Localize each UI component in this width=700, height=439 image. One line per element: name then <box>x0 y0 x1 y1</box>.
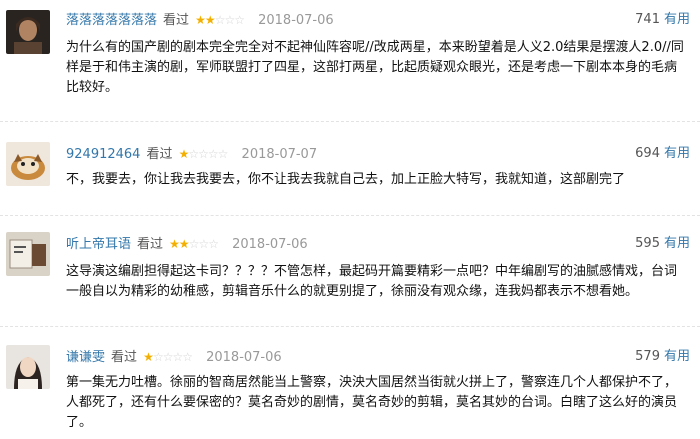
review-item: 924912464 看过 ★☆☆☆☆ 2018-07-07 694 有用 不，我要去… <box>0 142 700 202</box>
watch-status: 看过 <box>163 13 190 28</box>
avatar[interactable] <box>6 232 50 276</box>
star-empty-icon: ☆☆☆ <box>214 13 245 27</box>
rating-stars: ★★☆☆☆ <box>195 13 245 27</box>
review-divider <box>0 326 700 327</box>
review-item: 落落落落落落落 看过 ★★☆☆☆ 2018-07-06 741 有用 为什么有的国产… <box>0 8 700 113</box>
star-filled-icon: ★★ <box>195 13 215 27</box>
star-empty-icon: ☆☆☆☆ <box>152 350 193 364</box>
useful-button[interactable]: 有用 <box>664 236 690 251</box>
avatar[interactable] <box>6 142 50 186</box>
username-link[interactable]: 听上帝耳语 <box>66 237 131 252</box>
review-content: 为什么有的国产剧的剧本完全完全对不起神仙阵容呢//改成两星，本来盼望着是人义2.… <box>66 40 684 95</box>
review-divider <box>0 121 700 122</box>
review-date: 2018-07-06 <box>232 237 308 252</box>
review-meta: 听上帝耳语 看过 ★★☆☆☆ 2018-07-06 <box>66 235 308 253</box>
review-item: 听上帝耳语 看过 ★★☆☆☆ 2018-07-06 595 有用 这导演这编剧担得起… <box>0 232 700 312</box>
star-filled-icon: ★ <box>143 350 154 364</box>
avatar[interactable] <box>6 345 50 389</box>
rating-stars: ★☆☆☆☆ <box>143 350 193 364</box>
vote-count: 694 <box>635 146 660 161</box>
review-content: 第一集无力吐槽。徐丽的智商居然能当上警察，泱泱大国居然当街就火拼上了，警察连几个… <box>66 375 678 430</box>
useful-button[interactable]: 有用 <box>664 349 690 364</box>
review-item: 谦谦雯 看过 ★☆☆☆☆ 2018-07-06 579 有用 第一集无力吐槽。徐丽的… <box>0 345 700 437</box>
review-meta: 落落落落落落落 看过 ★★☆☆☆ 2018-07-06 <box>66 11 334 29</box>
useful-button[interactable]: 有用 <box>664 146 690 161</box>
review-meta: 谦谦雯 看过 ★☆☆☆☆ 2018-07-06 <box>66 348 282 366</box>
rating-stars: ★☆☆☆☆ <box>178 147 229 161</box>
star-empty-icon: ☆☆☆ <box>188 237 219 251</box>
vote-area: 579 有用 <box>635 348 690 366</box>
star-filled-icon: ★ <box>178 147 190 161</box>
username-link[interactable]: 落落落落落落落 <box>66 13 157 28</box>
review-date: 2018-07-07 <box>241 147 318 162</box>
vote-count: 595 <box>635 236 660 251</box>
watch-status: 看过 <box>137 237 164 252</box>
rating-stars: ★★☆☆☆ <box>169 237 219 251</box>
vote-count: 579 <box>635 349 660 364</box>
vote-count: 741 <box>635 12 660 27</box>
star-empty-icon: ☆☆☆☆ <box>188 147 228 161</box>
vote-area: 741 有用 <box>635 11 690 29</box>
review-date: 2018-07-06 <box>206 350 282 365</box>
useful-button[interactable]: 有用 <box>664 12 690 27</box>
avatar[interactable] <box>6 10 50 54</box>
review-date: 2018-07-06 <box>258 13 334 28</box>
username-link[interactable]: 924912464 <box>66 147 140 162</box>
username-link[interactable]: 谦谦雯 <box>66 350 105 365</box>
vote-area: 694 有用 <box>635 145 690 163</box>
watch-status: 看过 <box>111 350 138 365</box>
review-content: 不，我要去，你让我去我要去，你不让我去我就自己去，加上正脸大特写，我就知道，这部… <box>66 172 626 187</box>
watch-status: 看过 <box>146 147 173 162</box>
review-meta: 924912464 看过 ★☆☆☆☆ 2018-07-07 <box>66 145 317 163</box>
review-divider <box>0 215 700 216</box>
review-content: 这导演这编剧担得起这卡司？？？？不管怎样，最起码开篇要精彩一点吧？中年编剧写的油… <box>66 264 678 299</box>
star-filled-icon: ★★ <box>169 237 189 251</box>
vote-area: 595 有用 <box>635 235 690 253</box>
